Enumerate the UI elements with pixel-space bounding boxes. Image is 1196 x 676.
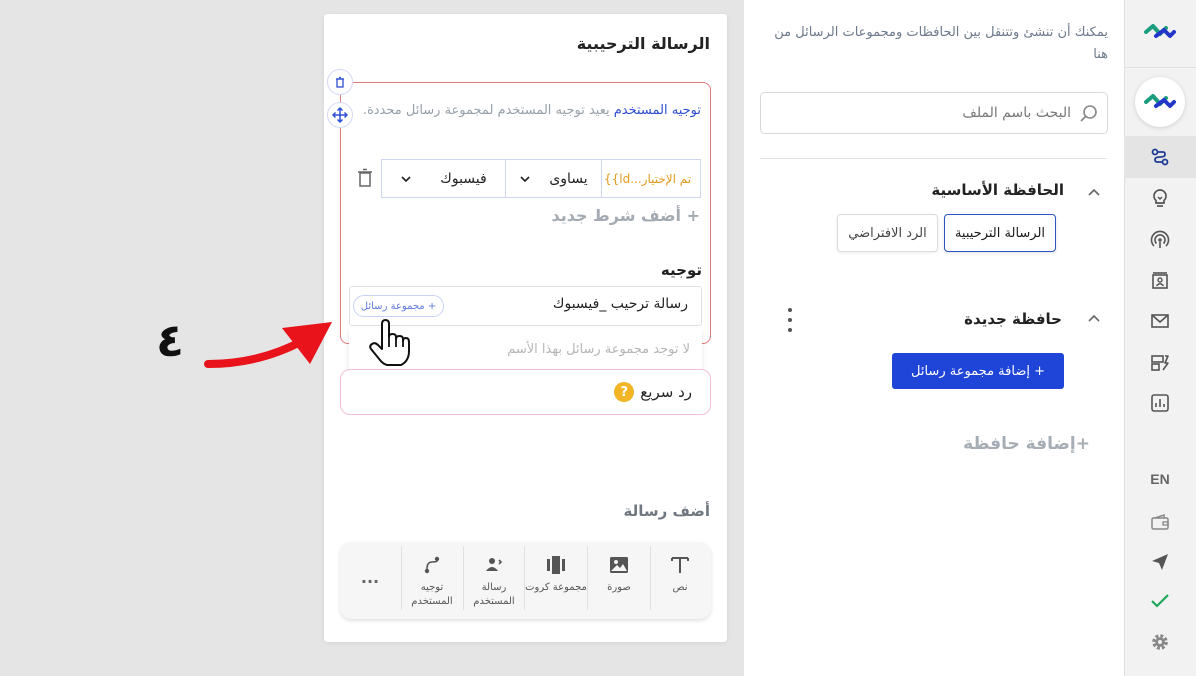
- bulb-icon[interactable]: [1149, 187, 1171, 209]
- tool-redirect[interactable]: توجيه المستخدم: [402, 546, 462, 614]
- search-input[interactable]: [771, 93, 1071, 133]
- redirect-description-text: يعيد توجيه المستخدم لمجموعة رسائل محددة.: [362, 103, 614, 118]
- chip-welcome-message[interactable]: الرسالة الترحيبية: [944, 214, 1056, 252]
- text-icon: [669, 554, 691, 576]
- toolbar-divider: [463, 546, 464, 610]
- tool-redirect-label: توجيه المستخدم: [411, 582, 453, 607]
- contact-card-icon[interactable]: [1149, 270, 1171, 292]
- quick-reply-label: رد سريع: [640, 383, 692, 401]
- main-folder-title[interactable]: الحافظة الأساسية: [900, 181, 1064, 199]
- redirect-label: توجيه: [660, 261, 702, 279]
- editor-title: الرسالة الترحيبية: [576, 34, 710, 53]
- toolbar-divider: [524, 546, 525, 610]
- templates-icon[interactable]: [1149, 352, 1171, 374]
- search-icon[interactable]: [1078, 103, 1100, 125]
- tool-user-message-label: رسالة المستخدم: [473, 582, 515, 607]
- folder-options-icon[interactable]: [783, 308, 797, 332]
- check-icon[interactable]: [1149, 590, 1171, 612]
- wallet-icon[interactable]: [1149, 511, 1171, 533]
- redirect-description: توجيه المستخدم يعيد توجيه المستخدم لمجمو…: [352, 99, 701, 123]
- chevron-up-icon[interactable]: [1086, 184, 1102, 200]
- move-block-icon[interactable]: [327, 102, 353, 128]
- new-folder-title[interactable]: حافظة جديدة: [900, 310, 1062, 328]
- analytics-icon[interactable]: [1149, 392, 1171, 414]
- value-select[interactable]: فيسبوك: [382, 160, 505, 197]
- redirect-target-value: رسالة ترحيب _فيسبوك: [552, 296, 688, 312]
- tool-cards[interactable]: مجموعة كروت: [525, 546, 587, 614]
- annotation-arrow-icon: [200, 318, 340, 376]
- value-text: فيسبوك: [440, 170, 487, 187]
- operator-select[interactable]: يساوى: [505, 160, 601, 197]
- chevron-down-icon: [400, 173, 412, 185]
- add-condition-button[interactable]: + أضف شرط جديد: [540, 206, 700, 230]
- redirect-description-highlight: توجيه المستخدم: [613, 103, 701, 118]
- add-folder-button[interactable]: +إضافة حافظة: [940, 434, 1090, 460]
- help-icon: ?: [614, 382, 635, 402]
- condition-row: {{ld...تم الإختيار يساوى فيسبوك: [381, 159, 701, 198]
- settings-icon[interactable]: [1149, 631, 1171, 653]
- rail-divider: [1124, 67, 1196, 68]
- cards-icon: [545, 554, 567, 576]
- tool-text-label: نص: [672, 582, 688, 593]
- tool-text[interactable]: نص: [651, 546, 709, 614]
- tool-image[interactable]: صورة: [588, 546, 650, 614]
- chevron-up-icon[interactable]: [1086, 310, 1102, 326]
- workspace-avatar[interactable]: [1135, 77, 1185, 127]
- send-icon[interactable]: [1149, 551, 1171, 573]
- sidebar-description: يمكنك أن تنشئ وتتنقل بين الحافظات ومجموع…: [774, 25, 1108, 62]
- delete-block-icon[interactable]: [327, 69, 353, 95]
- chevron-down-icon: [519, 173, 531, 185]
- language-switch[interactable]: EN: [1140, 471, 1180, 491]
- toolbar-divider: [587, 546, 588, 610]
- sidebar-divider: [760, 158, 1107, 159]
- brand-mark-icon: [1144, 94, 1176, 108]
- condition-variable: {{ld...تم الإختيار: [604, 171, 692, 186]
- redirect-icon: [421, 554, 443, 576]
- message-type-toolbar: نص صورة مجموعة كروت رسالة المستخدم توجيه…: [340, 542, 711, 619]
- user-message-icon: [483, 554, 505, 576]
- chip-default-reply[interactable]: الرد الافتراضي: [837, 214, 938, 252]
- tool-cards-label: مجموعة كروت: [525, 582, 587, 593]
- more-tools-button[interactable]: ...: [348, 546, 392, 614]
- tool-user-message[interactable]: رسالة المستخدم: [464, 546, 524, 614]
- tool-image-label: صورة: [607, 582, 631, 593]
- condition-variable-field[interactable]: {{ld...تم الإختيار: [601, 160, 701, 197]
- broadcast-icon[interactable]: [1149, 229, 1171, 251]
- toolbar-divider: [401, 546, 402, 610]
- mail-icon[interactable]: [1149, 310, 1171, 332]
- add-message-title: أضف رسالة: [623, 502, 710, 520]
- operator-value: يساوى: [549, 170, 588, 187]
- hand-cursor-icon: [368, 318, 410, 368]
- image-icon: [608, 554, 630, 576]
- search-box: [760, 92, 1108, 134]
- logo-icon[interactable]: [1144, 20, 1176, 44]
- flow-icon[interactable]: [1149, 146, 1171, 168]
- delete-condition-icon[interactable]: [354, 167, 376, 189]
- step-number-annotation: ٤: [155, 313, 185, 367]
- quick-reply[interactable]: رد سريع ?: [560, 382, 692, 402]
- add-group-badge[interactable]: + مجموعة رسائل: [353, 295, 444, 317]
- toolbar-divider: [650, 546, 651, 610]
- add-message-group-button[interactable]: + إضافة مجموعة رسائل: [892, 353, 1064, 389]
